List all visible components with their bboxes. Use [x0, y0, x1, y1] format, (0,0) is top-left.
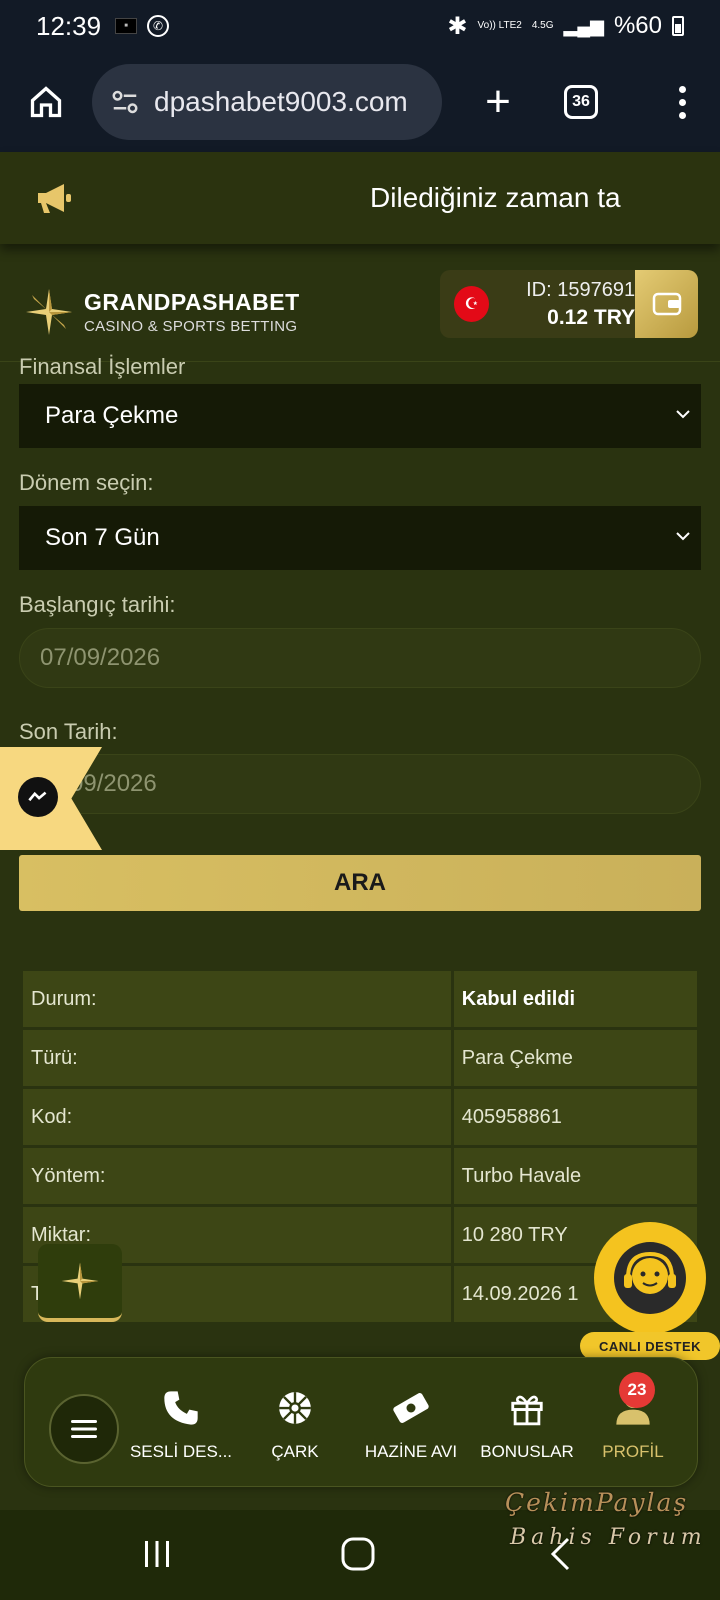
site-settings-icon[interactable] [110, 87, 140, 117]
detail-key: Kod: [23, 1089, 451, 1145]
address-bar[interactable]: dpashabet9003.com [92, 64, 442, 140]
detail-value: Kabul edildi [453, 971, 697, 1027]
period-select[interactable]: Son 7 Gün [19, 506, 701, 570]
bottom-navigation: SESLİ DES... ÇARK HAZİNE AVI BONUSLAR 23… [24, 1357, 698, 1487]
gift-icon [511, 1395, 543, 1426]
watermark-line-1: ÇekimPaylaş [505, 1488, 689, 1517]
account-balance: 0.12 TRY [547, 305, 636, 329]
transaction-type-value: Para Çekme [45, 402, 179, 429]
support-agent-icon [594, 1222, 706, 1334]
nav-label: SESLİ DES... [129, 1442, 233, 1461]
home-nav-button[interactable] [340, 1536, 376, 1572]
nav-wheel[interactable]: ÇARK [235, 1386, 355, 1462]
table-row: Türü: Para Çekme [23, 1030, 697, 1086]
detail-value: Para Çekme [453, 1030, 697, 1086]
signal-icon: ▂▄▆ [563, 15, 604, 36]
end-date-input[interactable]: 09/2026 [19, 754, 701, 814]
detail-value: Turbo Havale [453, 1148, 697, 1204]
recent-apps-button[interactable] [140, 1537, 174, 1571]
nav-bonuses[interactable]: BONUSLAR [467, 1386, 587, 1462]
search-button[interactable]: ARA [19, 855, 701, 911]
battery-icon [672, 16, 684, 36]
period-value: Son 7 Gün [45, 524, 160, 551]
notification-icons: ■ ✆ [115, 15, 170, 37]
period-label: Dönem seçin: [19, 470, 154, 495]
menu-button[interactable] [49, 1394, 119, 1464]
end-date-label: Son Tarih: [19, 719, 118, 744]
status-right: ✱ Vo)) LTE2 4.5G ▂▄▆ %60 [447, 12, 684, 41]
phone-icon [164, 1391, 198, 1425]
detail-key: Türü: [23, 1030, 451, 1086]
nav-voice-support[interactable]: SESLİ DES... [121, 1386, 241, 1462]
start-date-label: Başlangıç tarihi: [19, 592, 176, 617]
account-panel[interactable]: ☪ ID: 1597691 0.12 TRY [440, 270, 698, 338]
hamburger-icon [71, 1420, 97, 1438]
table-row: Durum: Kabul edildi [23, 971, 697, 1027]
network-indicator: 4.5G [531, 20, 554, 31]
home-button[interactable] [24, 80, 68, 124]
status-bar: 12:39 ■ ✆ ✱ Vo)) LTE2 4.5G ▂▄▆ %60 [0, 0, 720, 52]
announcement-bar: Dilediğiniz zaman ta [0, 152, 720, 244]
home-icon [30, 86, 62, 118]
nav-label: PROFİL [602, 1442, 664, 1461]
wheel-icon [279, 1392, 311, 1424]
announcement-text: Dilediğiniz zaman ta [370, 182, 621, 213]
url-text: dpashabet9003.com [154, 86, 408, 117]
status-time: 12:39 [36, 10, 102, 41]
detail-value: 405958861 [453, 1089, 697, 1145]
logo[interactable]: GRANDPASHABET CASINO & SPORTS BETTING [84, 289, 300, 335]
new-tab-button[interactable]: + [476, 77, 520, 127]
live-support-button[interactable]: CANLI DESTEK [580, 1222, 720, 1360]
section-label: Finansal İşlemler [19, 354, 186, 379]
chevron-down-icon [676, 410, 690, 419]
browser-toolbar: dpashabet9003.com + 36 [0, 52, 720, 152]
money-icon [393, 1393, 429, 1423]
megaphone-icon [38, 184, 71, 213]
live-support-label: CANLI DESTEK [580, 1332, 720, 1360]
volte-indicator: Vo)) LTE2 [477, 20, 522, 31]
logo-star-icon[interactable] [24, 287, 74, 337]
tab-switcher-button[interactable]: 36 [564, 85, 598, 119]
logo-subtitle: CASINO & SPORTS BETTING [84, 317, 298, 335]
detail-key: Durum: [23, 971, 451, 1027]
nav-label: HAZİNE AVI [364, 1442, 458, 1461]
turkey-flag-icon: ☪ [454, 286, 490, 322]
floating-star-button[interactable] [38, 1244, 122, 1322]
detail-key: Yöntem: [23, 1148, 451, 1204]
start-date-input[interactable]: 07/09/2026 [19, 628, 701, 688]
notification-badge: 23 [619, 1372, 655, 1408]
site-header: GRANDPASHABET CASINO & SPORTS BETTING ☪ … [0, 262, 720, 362]
chevron-down-icon [676, 532, 690, 541]
browser-menu-button[interactable] [679, 85, 686, 119]
app-notification-icon: ■ [115, 18, 138, 34]
wallet-icon [652, 292, 681, 316]
transaction-type-select[interactable]: Para Çekme [19, 384, 701, 448]
table-row: Kod: 405958861 [23, 1089, 697, 1145]
messenger-icon [18, 777, 58, 817]
bluetooth-icon: ✱ [447, 12, 468, 40]
nav-label: BONUSLAR [480, 1442, 574, 1461]
account-id: ID: 1597691 [526, 278, 636, 301]
nav-treasure-hunt[interactable]: HAZİNE AVI [351, 1386, 471, 1462]
nav-label: ÇARK [271, 1442, 319, 1461]
nav-profile[interactable]: 23 PROFİL [573, 1372, 693, 1462]
table-row: Yöntem: Turbo Havale [23, 1148, 697, 1204]
logo-title: GRANDPASHABET [84, 288, 300, 315]
system-navigation-bar [0, 1510, 720, 1600]
watermark-line-2: Bahis Forum [510, 1525, 707, 1550]
battery-text: %60 [613, 12, 662, 39]
wallet-button[interactable] [635, 270, 698, 338]
star-icon [61, 1262, 99, 1300]
whatsapp-icon: ✆ [147, 15, 170, 37]
